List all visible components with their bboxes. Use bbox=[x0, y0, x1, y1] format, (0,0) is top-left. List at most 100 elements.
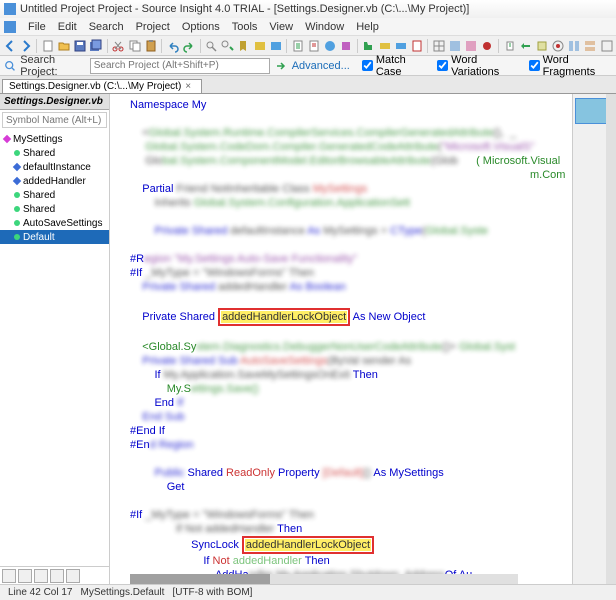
menu-file[interactable]: File bbox=[22, 21, 52, 33]
menu-tools[interactable]: Tools bbox=[226, 21, 264, 33]
save-icon[interactable] bbox=[73, 38, 88, 54]
toolbar-btn-p[interactable] bbox=[518, 38, 533, 54]
toolbar-btn-d[interactable] bbox=[306, 38, 321, 54]
copy-icon[interactable] bbox=[127, 38, 142, 54]
bookmark-icon[interactable] bbox=[236, 38, 251, 54]
sidebar-btn-5[interactable] bbox=[66, 569, 80, 583]
editor: Namespace My <Global.System.Runtime.Comp… bbox=[110, 94, 616, 584]
search-label: Search Project: bbox=[20, 54, 86, 78]
toolbar-btn-o[interactable] bbox=[502, 38, 517, 54]
sidebar-item[interactable]: addedHandler bbox=[0, 174, 109, 188]
file-tab[interactable]: Settings.Designer.vb (C:\...\My Project)… bbox=[2, 79, 202, 93]
menu-app-icon[interactable] bbox=[4, 21, 16, 33]
toolbar-btn-q[interactable] bbox=[534, 38, 549, 54]
symbol-sidebar: Settings.Designer.vb MySettingsShareddef… bbox=[0, 94, 110, 584]
find-icon[interactable] bbox=[204, 38, 219, 54]
toolbar-btn-m[interactable] bbox=[464, 38, 479, 54]
forward-button[interactable] bbox=[18, 38, 33, 54]
toolbar-btn-u[interactable] bbox=[599, 38, 614, 54]
undo-icon[interactable] bbox=[165, 38, 180, 54]
toolbar-btn-e[interactable] bbox=[323, 38, 338, 54]
vertical-scrollbar[interactable] bbox=[606, 94, 616, 584]
sidebar-item-label: Default bbox=[23, 232, 55, 243]
search-input[interactable] bbox=[90, 58, 270, 74]
menu-options[interactable]: Options bbox=[176, 21, 226, 33]
menu-view[interactable]: View bbox=[263, 21, 299, 33]
sidebar-item[interactable]: defaultInstance bbox=[0, 160, 109, 174]
menu-window[interactable]: Window bbox=[299, 21, 350, 33]
advanced-link[interactable]: Advanced... bbox=[292, 60, 350, 72]
toolbar-btn-t[interactable] bbox=[583, 38, 598, 54]
redo-icon[interactable] bbox=[181, 38, 196, 54]
open-icon[interactable] bbox=[56, 38, 71, 54]
sidebar-btn-2[interactable] bbox=[18, 569, 32, 583]
word-fragments-checkbox[interactable]: Word Fragments bbox=[529, 54, 612, 78]
findnext-icon[interactable] bbox=[220, 38, 235, 54]
toolbar-btn-i[interactable] bbox=[393, 38, 408, 54]
symbol-bullet-icon bbox=[13, 163, 21, 171]
sidebar-item[interactable]: MySettings bbox=[0, 132, 109, 146]
main-area: Settings.Designer.vb MySettingsShareddef… bbox=[0, 94, 616, 584]
sidebar-item-label: Shared bbox=[23, 204, 55, 215]
match-case-checkbox[interactable]: Match Case bbox=[362, 54, 425, 78]
search-icon bbox=[4, 59, 16, 73]
symbol-bullet-icon bbox=[14, 192, 20, 198]
toolbar bbox=[0, 36, 616, 56]
sidebar-item[interactable]: Default bbox=[0, 230, 109, 244]
sidebar-item[interactable]: Shared bbox=[0, 146, 109, 160]
toolbar-btn-j[interactable] bbox=[409, 38, 424, 54]
menu-edit[interactable]: Edit bbox=[52, 21, 83, 33]
sidebar-item-label: Shared bbox=[23, 190, 55, 201]
toolbar-btn-k[interactable] bbox=[431, 38, 446, 54]
toolbar-btn-b[interactable] bbox=[268, 38, 283, 54]
sort-az-button[interactable] bbox=[2, 569, 16, 583]
saveall-icon[interactable] bbox=[89, 38, 104, 54]
titlebar: Untitled Project Project - Source Insigh… bbox=[0, 0, 616, 18]
toolbar-btn-f[interactable] bbox=[339, 38, 354, 54]
tab-close-icon[interactable]: × bbox=[185, 82, 195, 92]
toolbar-btn-n[interactable] bbox=[480, 38, 495, 54]
symbol-bullet-icon bbox=[3, 135, 11, 143]
toolbar-btn-h[interactable] bbox=[377, 38, 392, 54]
sidebar-btn-3[interactable] bbox=[34, 569, 48, 583]
menu-help[interactable]: Help bbox=[350, 21, 385, 33]
status-position: Line 42 Col 17 bbox=[8, 587, 73, 598]
menu-project[interactable]: Project bbox=[130, 21, 176, 33]
sidebar-item-label: AutoSaveSettings bbox=[23, 218, 103, 229]
horizontal-scrollbar[interactable] bbox=[130, 574, 518, 584]
toolbar-btn-g[interactable] bbox=[361, 38, 376, 54]
symbol-bullet-icon bbox=[14, 220, 20, 226]
tab-bar: Settings.Designer.vb (C:\...\My Project)… bbox=[0, 76, 616, 94]
menubar: File Edit Search Project Options Tools V… bbox=[0, 18, 616, 36]
menu-search[interactable]: Search bbox=[83, 21, 130, 33]
symbol-bullet-icon bbox=[14, 150, 20, 156]
search-go-button[interactable] bbox=[274, 58, 288, 74]
symbol-tree[interactable]: MySettingsShareddefaultInstanceaddedHand… bbox=[0, 130, 109, 566]
new-icon[interactable] bbox=[40, 38, 55, 54]
tab-label: Settings.Designer.vb (C:\...\My Project) bbox=[9, 81, 181, 92]
sidebar-item[interactable]: AutoSaveSettings bbox=[0, 216, 109, 230]
toolbar-btn-a[interactable] bbox=[252, 38, 267, 54]
search-bar: Search Project: Advanced... Match Case W… bbox=[0, 56, 616, 76]
toolbar-btn-r[interactable] bbox=[550, 38, 565, 54]
cut-icon[interactable] bbox=[111, 38, 126, 54]
paste-icon[interactable] bbox=[143, 38, 158, 54]
sidebar-btn-4[interactable] bbox=[50, 569, 64, 583]
sidebar-item-label: addedHandler bbox=[23, 176, 86, 187]
minimap[interactable] bbox=[572, 94, 616, 584]
word-variations-checkbox[interactable]: Word Variations bbox=[437, 54, 516, 78]
symbol-bullet-icon bbox=[14, 234, 20, 240]
back-button[interactable] bbox=[2, 38, 17, 54]
toolbar-btn-s[interactable] bbox=[567, 38, 582, 54]
toolbar-btn-c[interactable] bbox=[290, 38, 305, 54]
sidebar-item[interactable]: Shared bbox=[0, 202, 109, 216]
toolbar-btn-l[interactable] bbox=[448, 38, 463, 54]
app-icon bbox=[4, 3, 16, 15]
symbol-bullet-icon bbox=[14, 206, 20, 212]
symbol-search-input[interactable] bbox=[2, 112, 107, 128]
sidebar-title: Settings.Designer.vb bbox=[0, 94, 109, 110]
status-context: MySettings.Default bbox=[81, 587, 165, 598]
sidebar-item[interactable]: Shared bbox=[0, 188, 109, 202]
sidebar-item-label: Shared bbox=[23, 148, 55, 159]
code-area[interactable]: Namespace My <Global.System.Runtime.Comp… bbox=[110, 94, 572, 584]
